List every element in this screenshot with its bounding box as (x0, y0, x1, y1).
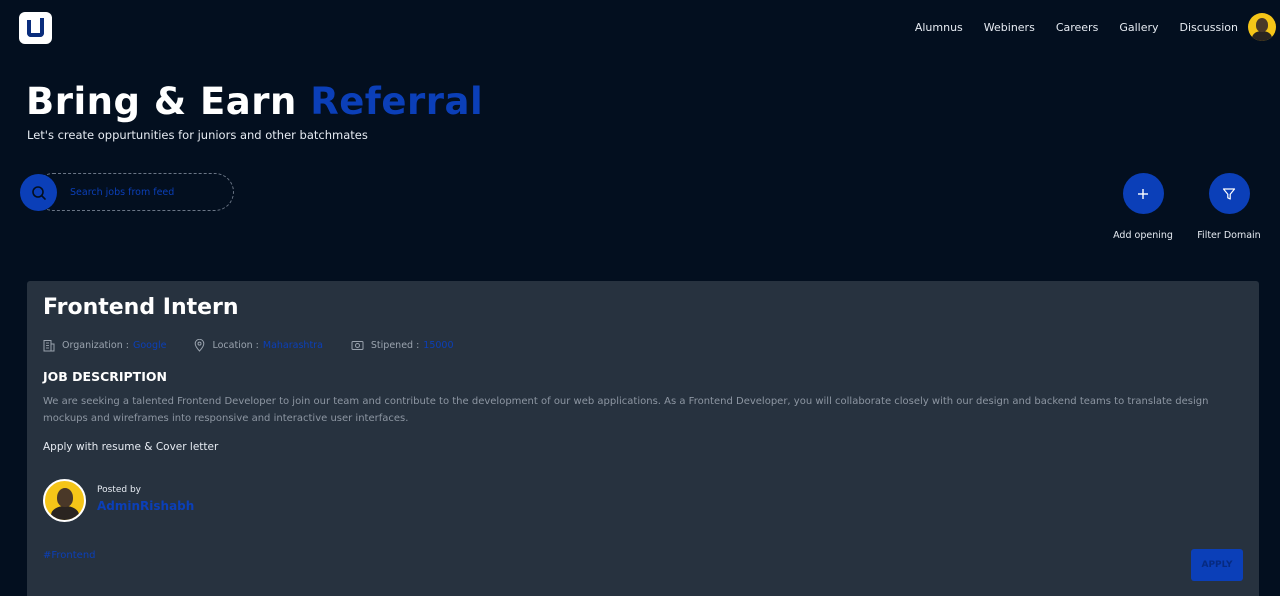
search-button[interactable] (20, 174, 57, 211)
organization-label: Organization : (62, 340, 129, 351)
filter-domain-action: Filter Domain (1189, 173, 1269, 241)
organization-meta: Organization : Google (43, 339, 166, 352)
page-title: Bring & Earn Referral (26, 80, 483, 123)
user-avatar[interactable] (1248, 13, 1276, 41)
apply-button[interactable]: APPLY (1191, 549, 1243, 581)
stipend-label: Stipened : (370, 340, 420, 351)
nav-item-careers[interactable]: Careers (1056, 21, 1099, 34)
building-icon (43, 340, 55, 352)
nav-item-gallery[interactable]: Gallery (1119, 21, 1158, 34)
nav-item-discussion[interactable]: Discussion (1180, 21, 1239, 34)
app-logo[interactable] (19, 12, 52, 44)
filter-domain-label: Filter Domain (1197, 230, 1261, 241)
job-description-text: We are seeking a talented Frontend Devel… (43, 396, 1209, 424)
search-bar (20, 173, 234, 211)
job-description-heading: JOB DESCRIPTION (43, 369, 167, 384)
stipend-value: 15000 (423, 340, 454, 351)
page-title-main: Bring & Earn (26, 80, 297, 123)
nav-item-webiners[interactable]: Webiners (984, 21, 1035, 34)
location-label: Location : (212, 340, 259, 351)
add-opening-label: Add opening (1113, 230, 1173, 241)
job-title: Frontend Intern (43, 295, 239, 320)
job-tag[interactable]: #Frontend (43, 550, 96, 561)
page-title-accent: Referral (310, 80, 484, 123)
location-pin-icon (195, 339, 205, 352)
add-opening-button[interactable] (1122, 173, 1164, 214)
job-meta: Organization : Google Location : Maharas… (43, 339, 482, 352)
plus-icon (1138, 188, 1148, 199)
location-meta: Location : Maharashtra (194, 339, 323, 352)
search-input[interactable] (70, 184, 220, 200)
top-nav: Alumnus Webiners Careers Gallery Discuss… (894, 13, 1276, 41)
filter-domain-button[interactable] (1208, 173, 1250, 214)
search-icon (31, 185, 46, 200)
poster-name-link[interactable]: AdminRishabh (97, 499, 194, 513)
money-icon (351, 341, 364, 350)
organization-value: Google (132, 340, 167, 351)
apply-note: Apply with resume & Cover letter (43, 441, 219, 453)
poster-avatar[interactable] (43, 479, 86, 522)
nav-item-alumnus[interactable]: Alumnus (915, 21, 963, 34)
add-opening-action: Add opening (1103, 173, 1183, 241)
stipend-meta: Stipened : 15000 (351, 340, 454, 351)
logo-mark (27, 17, 44, 37)
page-subtitle: Let's create oppurtunities for juniors a… (27, 128, 368, 142)
job-card: Frontend Intern Organization : Google Lo… (27, 281, 1259, 596)
posted-by-label: Posted by (97, 485, 141, 495)
filter-icon (1222, 187, 1236, 200)
location-value: Maharashtra (262, 340, 323, 351)
